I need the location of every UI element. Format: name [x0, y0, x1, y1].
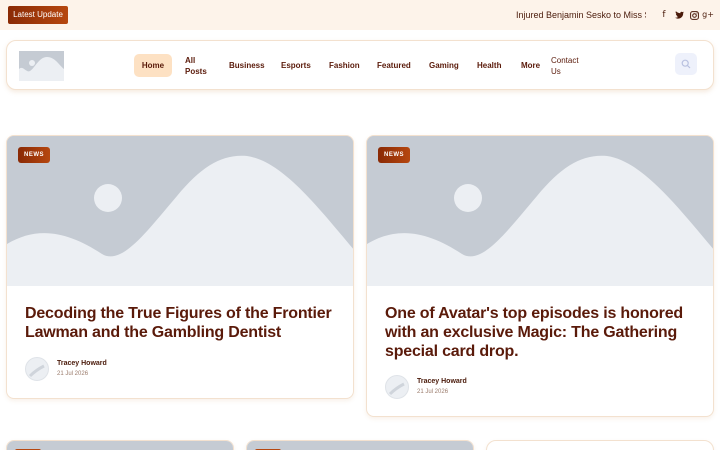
site-header: Home All Posts Business Esports Fashion … — [6, 40, 714, 90]
category-badge[interactable]: NEWS — [18, 147, 50, 163]
facebook-icon[interactable]: f — [658, 8, 670, 22]
author-name[interactable]: Tracey Howard — [417, 378, 467, 385]
post-thumbnail[interactable] — [7, 136, 353, 286]
category-badge[interactable]: NEWS — [378, 147, 410, 163]
google-plus-icon[interactable]: g+ — [702, 8, 714, 22]
instagram-icon[interactable] — [688, 8, 700, 25]
author-name[interactable]: Tracey Howard — [57, 360, 107, 367]
post-thumbnail[interactable] — [367, 136, 713, 286]
nav-featured[interactable]: Featured — [377, 60, 411, 71]
author-avatar — [385, 375, 409, 399]
post-card[interactable]: NEWS One of Avatar's top episodes is hon… — [366, 135, 714, 417]
nav-business[interactable]: Business — [229, 60, 265, 71]
post-card[interactable] — [6, 440, 234, 450]
nav-all-posts[interactable]: All Posts — [185, 55, 215, 77]
nav-health[interactable]: Health — [477, 60, 501, 71]
latest-update-button[interactable]: Latest Update — [8, 6, 68, 24]
search-button[interactable] — [675, 53, 697, 75]
nav-more[interactable]: More — [521, 60, 540, 71]
nav-home[interactable]: Home — [134, 54, 172, 77]
post-card[interactable]: NEWS Decoding the True Figures of the Fr… — [6, 135, 354, 399]
author-avatar — [25, 357, 49, 381]
post-card[interactable] — [246, 440, 474, 450]
news-ticker[interactable]: Injured Benjamin Sesko to Miss Slovenia'… — [516, 8, 646, 22]
post-title[interactable]: Decoding the True Figures of the Frontie… — [25, 304, 341, 342]
post-date: 21 Jul 2026 — [57, 371, 89, 377]
top-bar: Latest Update Injured Benjamin Sesko to … — [0, 0, 720, 30]
nav-fashion[interactable]: Fashion — [329, 60, 360, 71]
post-title[interactable]: One of Avatar's top episodes is honored … — [385, 304, 705, 361]
nav-esports[interactable]: Esports — [281, 60, 311, 71]
sidebar-widget — [486, 440, 714, 450]
nav-gaming[interactable]: Gaming — [429, 60, 459, 71]
twitter-icon[interactable] — [673, 8, 685, 24]
site-logo[interactable] — [19, 51, 64, 81]
search-icon — [681, 59, 691, 69]
post-date: 21 Jul 2026 — [417, 389, 449, 395]
nav-contact-us[interactable]: Contact Us — [551, 55, 585, 77]
